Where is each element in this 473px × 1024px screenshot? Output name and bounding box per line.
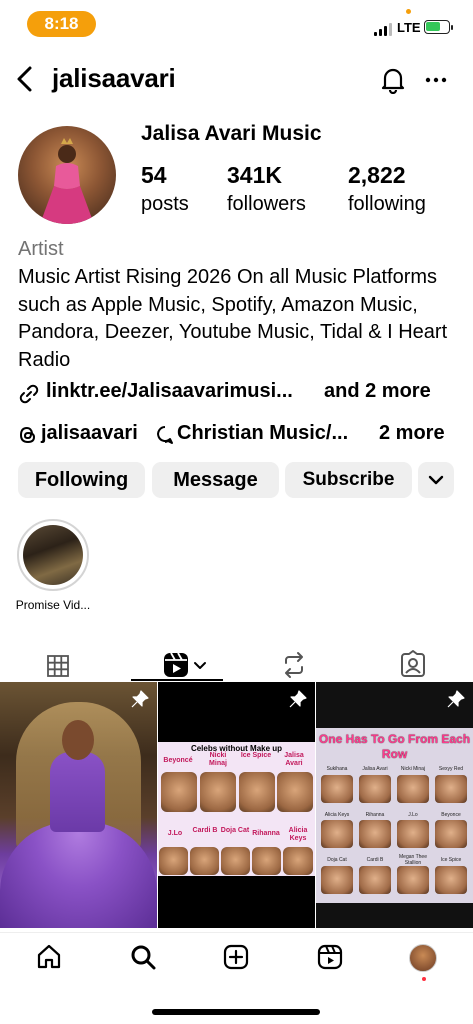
active-tab-indicator (131, 679, 223, 681)
more-options-icon[interactable] (424, 66, 448, 94)
reel-thumbnail-3[interactable]: One Has To Go From Each Row Sukihana Jal… (316, 682, 473, 928)
threads-channel-row: jalisaavari Christian Music/... 2 more (18, 422, 458, 450)
pin-icon (447, 690, 465, 708)
bottom-navigation (0, 932, 473, 988)
profile-link-row[interactable]: linktr.ee/Jalisaavarimusi... and 2 more (18, 380, 458, 408)
display-name: Jalisa Avari Music (141, 122, 322, 145)
highlight-cover (23, 525, 83, 585)
posts-label: posts (141, 193, 189, 215)
post3-name: Jalisa Avari (362, 766, 388, 772)
post3-name: Doja Cat (327, 857, 347, 863)
cellular-signal-icon (374, 22, 392, 36)
network-type: LTE (397, 20, 421, 35)
pin-icon (131, 690, 149, 708)
channel-more[interactable]: 2 more (379, 422, 445, 445)
post3-name: Alicia Keys (324, 812, 350, 818)
tab-tagged-icon[interactable] (399, 643, 427, 687)
post3-name: Cardi B (366, 857, 384, 863)
reels-grid: Celebs without Make up Beyoncé Nicki Min… (0, 682, 473, 928)
status-time: 8:18 (27, 11, 96, 37)
back-icon[interactable] (12, 64, 38, 94)
search-icon[interactable] (129, 943, 157, 971)
profile-header: jalisaavari (0, 56, 473, 104)
threads-handle[interactable]: jalisaavari (41, 422, 138, 445)
post2-name: Doja Cat (220, 827, 250, 834)
battery-icon (424, 20, 450, 34)
following-stat[interactable]: 2,822 following (348, 162, 426, 216)
profile-tabs (0, 636, 473, 682)
post3-name: Sexyy Red (438, 766, 464, 772)
post3-name: J.Lo (408, 812, 418, 818)
post3-title: One Has To Go From Each Row (318, 732, 471, 761)
profile-username: jalisaavari (52, 63, 176, 93)
post2-name: Jalisa Avari (284, 752, 304, 767)
profile-link-more[interactable]: and 2 more (324, 380, 431, 403)
post2-name: J.Lo (167, 830, 183, 837)
posts-stat[interactable]: 54 posts (141, 162, 189, 216)
profile-nav-avatar[interactable] (409, 944, 437, 972)
following-label: following (348, 193, 426, 215)
link-icon (19, 384, 39, 404)
channel-text[interactable]: Christian Music/... (177, 422, 348, 445)
reel-thumbnail-2[interactable]: Celebs without Make up Beyoncé Nicki Min… (158, 682, 315, 928)
highlight-label: Promise Vid... (15, 598, 91, 612)
post2-name: Rihanna (252, 830, 280, 837)
create-post-icon[interactable] (222, 943, 250, 971)
post2-name: Nicki Minaj (209, 752, 227, 767)
followers-stat[interactable]: 341K followers (227, 162, 306, 216)
message-button[interactable]: Message (152, 462, 279, 498)
post3-name: Sukihana (326, 766, 348, 772)
post3-name: Beyonce (441, 812, 461, 818)
pin-icon (289, 690, 307, 708)
reel-thumbnail-1[interactable] (0, 682, 157, 928)
subscribe-button[interactable]: Subscribe (285, 462, 412, 498)
home-indicator (152, 1009, 320, 1015)
privacy-indicator-dot (406, 9, 411, 14)
story-highlight[interactable] (17, 519, 89, 591)
post3-name: Megan Thee Stallion (399, 854, 427, 866)
posts-count: 54 (141, 162, 167, 188)
profile-avatar[interactable] (18, 126, 116, 224)
post2-name: Cardi B (192, 827, 218, 834)
post3-name: Rihanna (365, 812, 385, 818)
post3-name: Ice Spice (440, 857, 462, 863)
reels-icon[interactable] (316, 943, 344, 971)
profile-bio: Music Artist Rising 2026 On all Music Pl… (18, 266, 448, 371)
notifications-bell-icon[interactable] (379, 66, 407, 94)
tab-reposts-icon[interactable] (281, 643, 307, 687)
profile-category: Artist (18, 238, 64, 260)
home-icon[interactable] (35, 943, 63, 971)
threads-icon (19, 426, 36, 444)
notification-dot (422, 977, 426, 981)
followers-label: followers (227, 193, 306, 215)
channel-icon (157, 426, 173, 444)
battery-tip (451, 25, 453, 30)
post2-name: Alicia Keys (288, 827, 308, 842)
status-bar: 8:18 LTE (0, 0, 473, 48)
post3-name: Nicki Minaj (400, 766, 426, 772)
post2-name: Beyoncé (163, 757, 193, 764)
post2-name: Ice Spice (240, 752, 272, 759)
chevron-down-icon (428, 475, 444, 485)
following-button[interactable]: Following (18, 462, 145, 498)
following-count: 2,822 (348, 162, 406, 188)
followers-count: 341K (227, 162, 282, 188)
profile-link-text[interactable]: linktr.ee/Jalisaavarimusi... (46, 380, 293, 403)
suggested-accounts-button[interactable] (418, 462, 454, 498)
